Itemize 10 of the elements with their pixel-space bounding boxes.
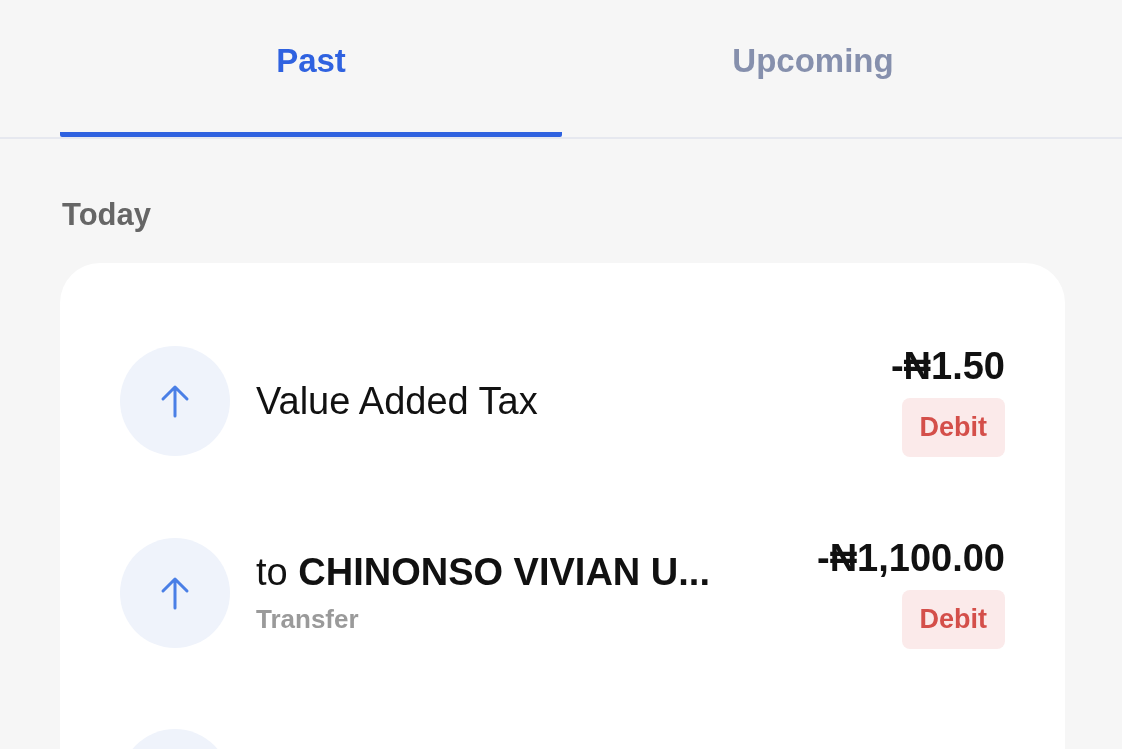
transaction-amount: -₦1,100.00 xyxy=(817,537,1005,580)
transaction-type: Transfer xyxy=(256,604,360,635)
debit-tag: Debit xyxy=(901,398,1005,457)
transaction-title: to CHINONSO VIVIAN U... xyxy=(256,551,711,594)
tab[interactable]: Past xyxy=(60,0,562,137)
transaction-title: Value Added Tax xyxy=(256,379,539,423)
section-heading: Today xyxy=(62,197,152,233)
transaction-amount: -₦1.50 xyxy=(890,345,1005,388)
debit-tag: Debit xyxy=(901,590,1005,649)
tab[interactable]: Upcoming xyxy=(562,0,1064,137)
